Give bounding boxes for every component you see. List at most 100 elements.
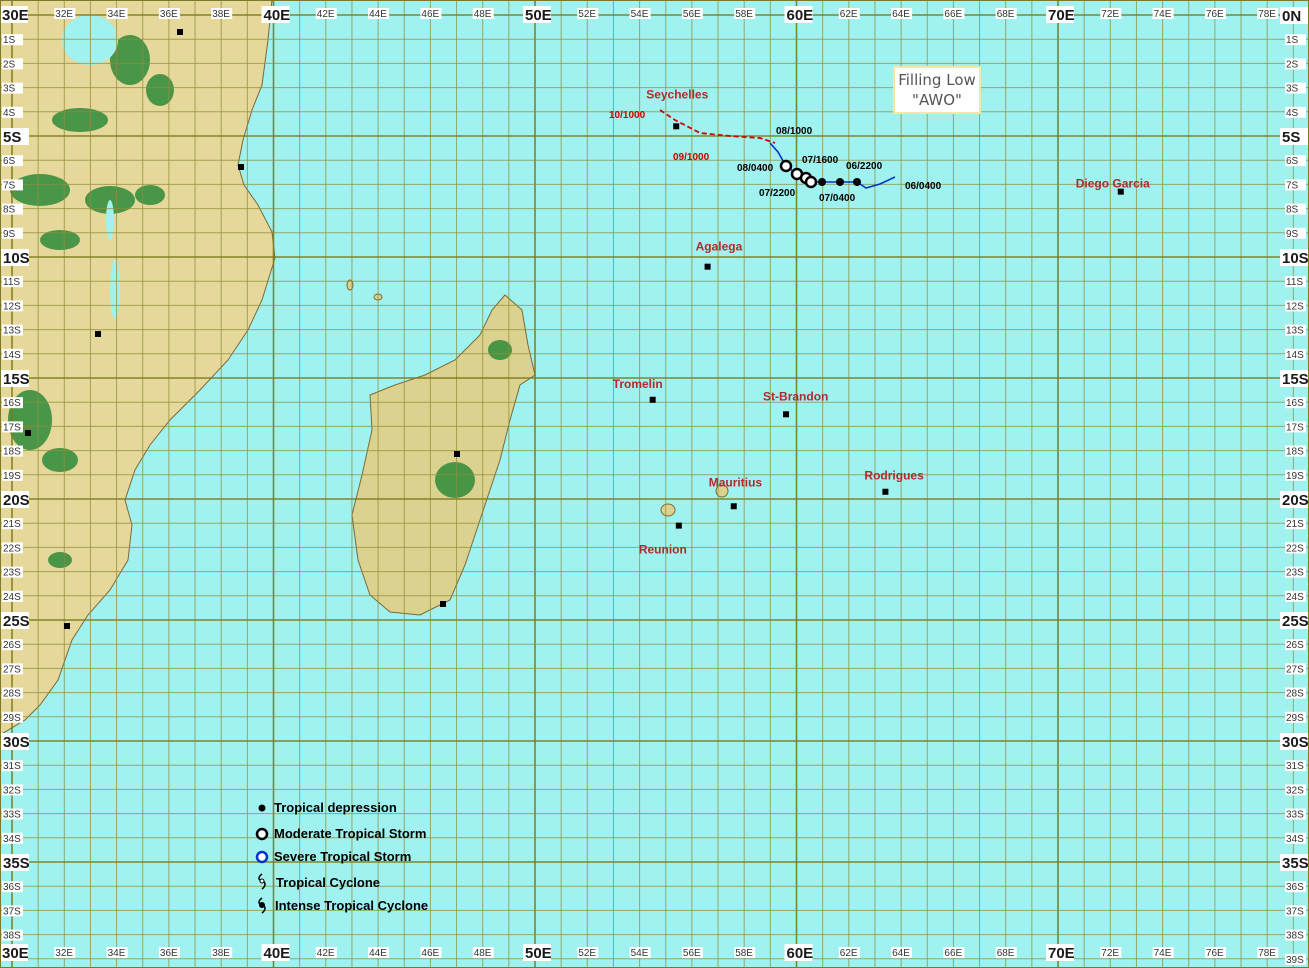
town-marker bbox=[440, 601, 446, 607]
place-marker bbox=[882, 488, 889, 495]
tick-label: 74E bbox=[1154, 9, 1172, 20]
tick-label: 76E bbox=[1206, 9, 1224, 20]
tick-label: 3S bbox=[3, 84, 16, 95]
tick-label: 66E bbox=[944, 948, 962, 959]
tick-label: 8S bbox=[1286, 205, 1299, 216]
tick-label: 72E bbox=[1101, 9, 1119, 20]
tick-label: 36E bbox=[160, 9, 178, 20]
place-marker bbox=[783, 411, 790, 418]
tick-label: 35S bbox=[1282, 855, 1309, 872]
tick-label: 33S bbox=[3, 810, 21, 821]
tick-label: 27S bbox=[1286, 664, 1304, 675]
tick-label: 35S bbox=[3, 855, 30, 872]
tick-label: 62E bbox=[840, 948, 858, 959]
tick-label: 32E bbox=[55, 9, 73, 20]
tick-label: 24S bbox=[3, 592, 21, 603]
tick-label: 34E bbox=[108, 9, 126, 20]
tick-label: 0N bbox=[1282, 8, 1301, 25]
tick-label: 40E bbox=[264, 945, 291, 962]
tick-label: 68E bbox=[997, 948, 1015, 959]
tick-label: 13S bbox=[1286, 326, 1304, 337]
town-marker bbox=[238, 164, 244, 170]
tick-label: 28S bbox=[1286, 689, 1304, 700]
tick-label: 17S bbox=[3, 422, 21, 433]
town-marker bbox=[177, 29, 183, 35]
place-marker bbox=[704, 263, 711, 270]
tick-label: 7S bbox=[1286, 180, 1299, 191]
tick-label: 46E bbox=[421, 948, 439, 959]
fix-moderate-storm-c bbox=[804, 175, 818, 189]
tick-label: 38S bbox=[3, 931, 21, 942]
tick-label: 30E bbox=[2, 7, 29, 24]
tick-label: 39S bbox=[1286, 955, 1304, 966]
tick-label: 12S bbox=[1286, 301, 1304, 312]
legend-cyclone-eye-icon bbox=[259, 878, 265, 884]
tick-label: 16S bbox=[3, 398, 21, 409]
track-label-08-0400: 08/0400 bbox=[737, 163, 774, 174]
tick-label: 34S bbox=[1286, 834, 1304, 845]
tick-label: 56E bbox=[683, 948, 701, 959]
fix-depression-b bbox=[836, 178, 844, 186]
tick-label: 42E bbox=[317, 948, 335, 959]
tick-label: 4S bbox=[1286, 108, 1299, 119]
tick-label: 11S bbox=[1286, 277, 1303, 288]
tick-label: 20S bbox=[1282, 492, 1309, 509]
place-label: Tromelin bbox=[613, 377, 663, 391]
tick-label: 4S bbox=[3, 108, 16, 119]
tick-label: 64E bbox=[892, 948, 910, 959]
tick-label: 2S bbox=[1286, 59, 1299, 70]
legend-ring-black-icon bbox=[255, 827, 269, 841]
place-label: St-Brandon bbox=[763, 389, 828, 403]
tick-label: 52E bbox=[578, 9, 596, 20]
tick-label: 68E bbox=[997, 9, 1015, 20]
tick-label: 2S bbox=[3, 59, 16, 70]
tick-label: 50E bbox=[525, 945, 552, 962]
tick-label: 1S bbox=[1286, 35, 1299, 46]
tick-label: 40E bbox=[264, 7, 291, 24]
place-marker bbox=[675, 522, 682, 529]
tick-label: 7S bbox=[3, 180, 16, 191]
town-marker bbox=[25, 430, 31, 436]
cyclone-track-map: 30E 30E 40E 40E 50E 50E 60E 60E 70E 70E 32E 32E 34E 3… bbox=[0, 0, 1309, 968]
tick-label: 70E bbox=[1048, 7, 1075, 24]
tick-label: 30E bbox=[2, 945, 29, 962]
tick-label: 22S bbox=[3, 543, 21, 554]
town-marker bbox=[95, 331, 101, 337]
tick-label: 32S bbox=[3, 785, 21, 796]
tick-label: 13S bbox=[3, 326, 21, 337]
track-label-07-2200: 07/2200 bbox=[759, 188, 796, 199]
tick-label: 54E bbox=[631, 9, 649, 20]
tick-label: 58E bbox=[735, 948, 753, 959]
tick-label: 72E bbox=[1101, 948, 1119, 959]
tick-label: 6S bbox=[1286, 156, 1299, 167]
fix-depression-06-2200 bbox=[853, 178, 861, 186]
tick-label: 64E bbox=[892, 9, 910, 20]
place-label: Rodrigues bbox=[864, 469, 924, 483]
fix-depression-07-0400 bbox=[818, 178, 826, 186]
tick-label: 34S bbox=[3, 834, 21, 845]
tick-label: 36E bbox=[160, 948, 178, 959]
tick-label: 46E bbox=[421, 9, 439, 20]
tick-label: 21S bbox=[3, 519, 21, 530]
legend-intense-eye-icon bbox=[259, 902, 265, 908]
tick-label: 37S bbox=[1286, 906, 1304, 917]
tick-label: 31S bbox=[1286, 761, 1304, 772]
tick-label: 16S bbox=[1286, 398, 1304, 409]
tick-label: 8S bbox=[3, 205, 16, 216]
tick-label: 44E bbox=[369, 948, 387, 959]
tick-label: 26S bbox=[1286, 640, 1304, 651]
track-label-07-0400: 07/0400 bbox=[819, 193, 856, 204]
tick-label: 25S bbox=[1282, 613, 1309, 630]
tick-label: 27S bbox=[3, 664, 21, 675]
tick-label: 36S bbox=[1286, 882, 1304, 893]
track-label-09-1000: 09/1000 bbox=[673, 152, 710, 163]
tick-label: 74E bbox=[1154, 948, 1172, 959]
tick-label: 48E bbox=[474, 9, 492, 20]
tick-label: 21S bbox=[1286, 519, 1304, 530]
legend-label-moderate: Moderate Tropical Storm bbox=[274, 826, 426, 841]
tick-label: 38S bbox=[1286, 931, 1304, 942]
tick-label: 10S bbox=[1282, 250, 1309, 267]
tick-label: 76E bbox=[1206, 948, 1224, 959]
tick-label: 37S bbox=[3, 906, 21, 917]
tick-label: 66E bbox=[944, 9, 962, 20]
